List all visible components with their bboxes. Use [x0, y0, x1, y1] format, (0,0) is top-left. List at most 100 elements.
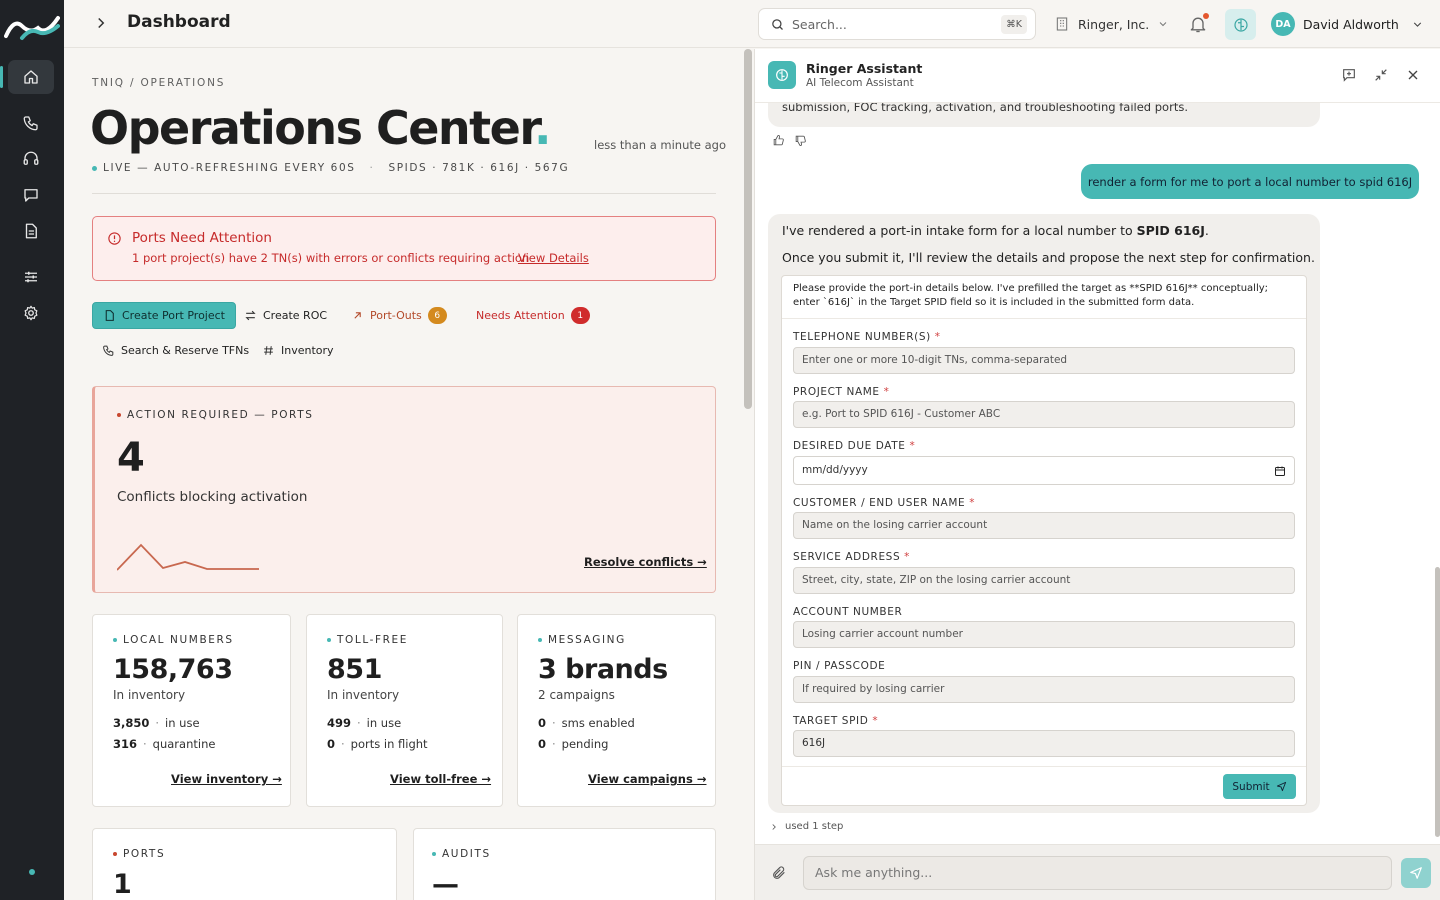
toll-free-card: TOLL-FREE 851 In inventory 499 · in use 0 ·… [306, 614, 503, 807]
bot-paragraph: I've rendered a port-in intake form for … [782, 223, 1209, 238]
document-icon [25, 223, 37, 239]
view-inventory-link[interactable]: View inventory → [171, 772, 282, 786]
user-menu[interactable]: DA David Aldworth [1271, 11, 1424, 37]
chat-input[interactable]: Ask me anything... [803, 856, 1392, 890]
live-dot [92, 165, 97, 171]
service-address-field[interactable]: Street, city, state, ZIP on the losing c… [793, 567, 1295, 594]
building-icon [1056, 17, 1068, 31]
sidebar-item-settings[interactable] [8, 296, 54, 330]
chevron-down-icon [1413, 21, 1421, 27]
submit-button[interactable]: Submit [1223, 774, 1296, 799]
target-spid-field[interactable]: 616J [793, 730, 1295, 757]
local-numbers-card: LOCAL NUMBERS 158,763 In inventory 3,850… [92, 614, 291, 807]
assistant-subtitle: AI Telecom Assistant [806, 77, 914, 89]
chevron-right-icon[interactable] [92, 14, 110, 32]
alert-title: Ports Need Attention [132, 230, 272, 246]
view-campaigns-link[interactable]: View campaigns → [588, 772, 706, 786]
project-name-field[interactable]: e.g. Port to SPID 616J - Customer ABC [793, 401, 1295, 428]
conflicts-desc: Conflicts blocking activation [117, 489, 308, 505]
due-date-field[interactable]: mm/dd/yyyy [793, 456, 1295, 485]
field-label: TELEPHONE NUMBER(S) * [793, 331, 941, 343]
hash-icon [264, 346, 273, 355]
brain-icon [1233, 17, 1248, 32]
thumbs-down-icon[interactable] [794, 134, 807, 147]
sidebar-item-home[interactable] [0, 60, 54, 94]
calendar-icon[interactable] [1274, 465, 1286, 477]
telephone-numbers-field[interactable]: Enter one or more 10-digit TNs, comma-se… [793, 347, 1295, 374]
main-scrollbar[interactable] [744, 49, 752, 409]
breadcrumb: TNIQ / OPERATIONS [92, 77, 226, 89]
conflicts-count: 4 [117, 435, 145, 481]
paperclip-icon[interactable] [771, 865, 787, 881]
create-port-project-button[interactable]: Create Port Project [92, 302, 236, 329]
divider [92, 193, 716, 194]
phone-icon [103, 345, 114, 356]
sidebar-item-support[interactable] [8, 142, 54, 176]
new-chat-icon[interactable] [1341, 67, 1357, 83]
user-name: David Aldworth [1303, 16, 1399, 32]
port-outs-button[interactable]: Port-Outs 6 [341, 302, 457, 329]
view-toll-free-link[interactable]: View toll-free → [390, 772, 491, 786]
user-message: render a form for me to port a local num… [1081, 164, 1419, 199]
status-dot [29, 869, 35, 875]
chevron-right-icon [772, 823, 776, 830]
assistant-panel: submission, FOC tracking, activation, an… [754, 49, 1440, 900]
card-label: MESSAGING [538, 634, 626, 646]
panel-scrollbar[interactable] [1435, 567, 1440, 837]
ports-value: 1 [113, 869, 132, 900]
needs-attention-count: 1 [570, 307, 590, 324]
send-button[interactable] [1401, 858, 1431, 888]
page-title: Dashboard [127, 12, 231, 32]
stat-row: 0 · pending [538, 737, 609, 751]
app-logo[interactable] [4, 10, 60, 44]
field-label: PROJECT NAME * [793, 386, 890, 398]
account-number-field[interactable]: Losing carrier account number [793, 621, 1295, 648]
arrow-up-right-icon [354, 312, 361, 319]
card-label: AUDITS [432, 848, 491, 860]
pin-field[interactable]: If required by losing carrier [793, 676, 1295, 703]
card-label: TOLL-FREE [327, 634, 408, 646]
sidebar-item-documents[interactable] [8, 214, 54, 248]
sidebar-item-messages[interactable] [8, 178, 54, 212]
minimize-icon[interactable] [1373, 67, 1389, 83]
org-selector[interactable]: Ringer, Inc. [1054, 14, 1169, 34]
field-label: SERVICE ADDRESS * [793, 551, 911, 563]
local-numbers-value: 158,763 [113, 654, 233, 685]
stat-row: 3,850 · in use [113, 716, 200, 730]
headset-icon [23, 151, 39, 165]
create-roc-button[interactable]: Create ROC [234, 302, 337, 329]
close-icon[interactable] [1405, 67, 1421, 83]
field-label: ACCOUNT NUMBER [793, 606, 903, 618]
customer-name-field[interactable]: Name on the losing carrier account [793, 512, 1295, 539]
search-reserve-tfns-button[interactable]: Search & Reserve TFNs [92, 337, 259, 364]
search-input[interactable]: Search... ⌘K [758, 8, 1036, 40]
alert-circle-icon [108, 232, 121, 245]
assistant-toggle-button[interactable] [1225, 9, 1256, 40]
shortcut-hint: ⌘K [1001, 15, 1027, 34]
thumbs-up-icon[interactable] [772, 134, 785, 147]
sidebar-item-calls[interactable] [8, 106, 54, 140]
assistant-logo-icon [768, 61, 796, 89]
sidebar [0, 0, 64, 900]
alert-body: 1 port project(s) have 2 TN(s) with erro… [132, 251, 530, 265]
messaging-value: 3 brands [538, 654, 668, 685]
avatar: DA [1271, 12, 1295, 36]
view-details-link[interactable]: View Details [518, 251, 589, 265]
inventory-button[interactable]: Inventory [252, 337, 344, 364]
form-note: Please provide the port-in details below… [782, 276, 1306, 319]
chat-input-bar: Ask me anything... [755, 844, 1440, 900]
sidebar-item-sliders[interactable] [8, 260, 54, 294]
field-label: DESIRED DUE DATE * [793, 440, 916, 452]
top-bar: Dashboard Search... ⌘K Ringer, Inc. DA D… [64, 0, 1440, 48]
stat-row: 316 · quarantine [113, 737, 216, 751]
resolve-conflicts-link[interactable]: Resolve conflicts → [584, 555, 707, 569]
used-steps-toggle[interactable]: used 1 step [769, 821, 843, 832]
stat-row: 0 · sms enabled [538, 716, 635, 730]
org-name: Ringer, Inc. [1078, 16, 1150, 32]
operations-title: Operations Center. [90, 101, 551, 155]
needs-attention-button[interactable]: Needs Attention 1 [466, 302, 600, 329]
port-in-form: Please provide the port-in details below… [781, 275, 1307, 806]
chevron-down-icon [1159, 22, 1167, 27]
phone-icon [23, 116, 38, 131]
audits-value: — [432, 869, 459, 900]
